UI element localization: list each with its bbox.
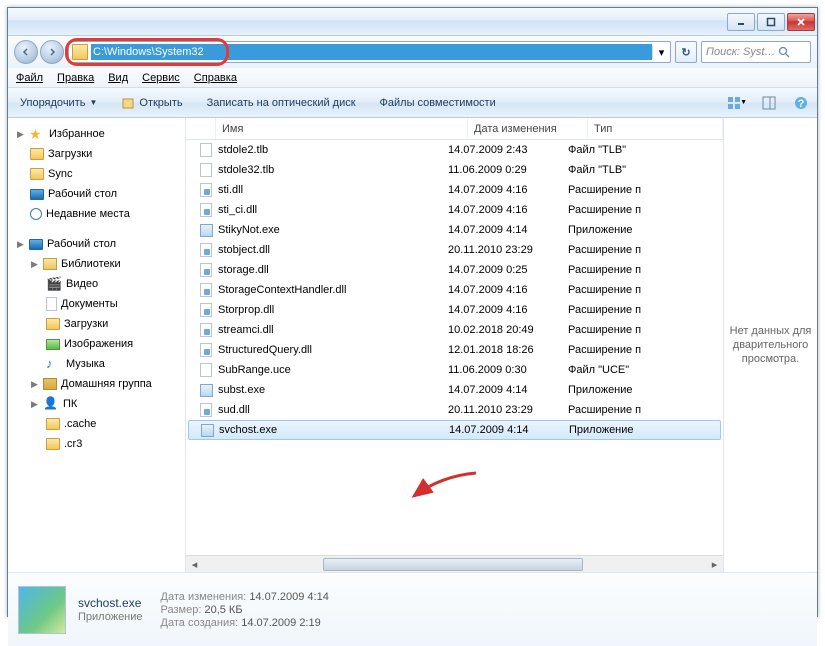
menubar: Файл Правка Вид Сервис Справка	[8, 68, 817, 88]
forward-button[interactable]	[40, 40, 64, 64]
sidebar-recent[interactable]: Недавние места	[8, 204, 185, 224]
maximize-button[interactable]	[757, 13, 785, 31]
explorer-window: C:\Windows\System32 ▾ ↻ Поиск: Syst… Фай…	[7, 7, 818, 617]
file-rows[interactable]: stdole2.tlb14.07.2009 2:43Файл "TLB"stdo…	[186, 140, 723, 555]
compat-files-button[interactable]: Файлы совместимости	[374, 95, 502, 111]
sidebar-cr3[interactable]: .cr3	[8, 434, 185, 454]
back-button[interactable]	[14, 40, 38, 64]
col-name[interactable]: Имя	[216, 118, 468, 139]
file-row[interactable]: StructuredQuery.dll12.01.2018 18:26Расши…	[186, 340, 723, 360]
sidebar-cache[interactable]: .cache	[8, 414, 185, 434]
sidebar-music[interactable]: ♪Музыка	[8, 354, 185, 374]
file-row[interactable]: streamci.dll10.02.2018 20:49Расширение п	[186, 320, 723, 340]
titlebar[interactable]	[8, 8, 817, 36]
favorites-node[interactable]: ▶★Избранное	[8, 124, 185, 144]
menu-edit[interactable]: Правка	[57, 72, 94, 84]
sidebar-downloads[interactable]: Загрузки	[8, 144, 185, 164]
burn-button[interactable]: Записать на оптический диск	[201, 95, 362, 111]
col-type[interactable]: Тип	[588, 118, 723, 139]
search-input[interactable]: Поиск: Syst…	[701, 41, 811, 63]
sidebar[interactable]: ▶★Избранное Загрузки Sync Рабочий стол Н…	[8, 118, 186, 572]
preview-pane-button[interactable]	[759, 93, 779, 113]
scroll-thumb[interactable]	[323, 558, 583, 571]
menu-view[interactable]: Вид	[108, 72, 128, 84]
scroll-left[interactable]: ◂	[186, 557, 203, 572]
open-button[interactable]: Открыть	[115, 94, 188, 112]
sidebar-pc[interactable]: ▶👤ПК	[8, 394, 185, 414]
file-row[interactable]: StorageContextHandler.dll14.07.2009 4:16…	[186, 280, 723, 300]
sidebar-desktop[interactable]: Рабочий стол	[8, 184, 185, 204]
sidebar-images[interactable]: Изображения	[8, 334, 185, 354]
details-filetype: Приложение	[78, 611, 143, 623]
file-row[interactable]: stdole32.tlb11.06.2009 0:29Файл "TLB"	[186, 160, 723, 180]
menu-tools[interactable]: Сервис	[142, 72, 180, 84]
file-row[interactable]: storage.dll14.07.2009 0:25Расширение п	[186, 260, 723, 280]
organize-button[interactable]: Упорядочить▼	[14, 95, 103, 111]
file-row[interactable]: stobject.dll20.11.2010 23:29Расширение п	[186, 240, 723, 260]
sidebar-downloads2[interactable]: Загрузки	[8, 314, 185, 334]
file-row[interactable]: svchost.exe14.07.2009 4:14Приложение	[188, 420, 721, 440]
horizontal-scrollbar[interactable]: ◂ ▸	[186, 555, 723, 572]
minimize-button[interactable]	[727, 13, 755, 31]
address-dropdown[interactable]: ▾	[652, 46, 670, 59]
file-row[interactable]: SubRange.uce11.06.2009 0:30Файл "UCE"	[186, 360, 723, 380]
sidebar-video[interactable]: 🎬Видео	[8, 274, 185, 294]
folder-icon	[72, 44, 88, 60]
search-icon	[778, 46, 790, 58]
sidebar-documents[interactable]: Документы	[8, 294, 185, 314]
close-button[interactable]	[787, 13, 815, 31]
sidebar-sync[interactable]: Sync	[8, 164, 185, 184]
file-row[interactable]: sti_ci.dll14.07.2009 4:16Расширение п	[186, 200, 723, 220]
details-pane: svchost.exe Приложение Дата изменения: 1…	[8, 572, 817, 646]
column-headers[interactable]: Имя Дата изменения Тип	[186, 118, 723, 140]
preview-pane: Нет данных для дварительного просмотра.	[723, 118, 817, 572]
desktop-node[interactable]: ▶Рабочий стол	[8, 234, 185, 254]
sidebar-homegroup[interactable]: ▶Домашняя группа	[8, 374, 185, 394]
col-date[interactable]: Дата изменения	[468, 118, 588, 139]
details-filename: svchost.exe	[78, 596, 143, 610]
file-row[interactable]: subst.exe14.07.2009 4:14Приложение	[186, 380, 723, 400]
file-list: Имя Дата изменения Тип stdole2.tlb14.07.…	[186, 118, 723, 572]
toolbar: Упорядочить▼ Открыть Записать на оптичес…	[8, 88, 817, 118]
file-row[interactable]: stdole2.tlb14.07.2009 2:43Файл "TLB"	[186, 140, 723, 160]
menu-file[interactable]: Файл	[16, 72, 43, 84]
file-row[interactable]: StikyNot.exe14.07.2009 4:14Приложение	[186, 220, 723, 240]
menu-help[interactable]: Справка	[194, 72, 237, 84]
scroll-right[interactable]: ▸	[706, 557, 723, 572]
libraries-node[interactable]: ▶Библиотеки	[8, 254, 185, 274]
refresh-button[interactable]: ↻	[675, 41, 697, 63]
address-text[interactable]: C:\Windows\System32	[91, 44, 652, 60]
help-button[interactable]: ?	[791, 93, 811, 113]
view-icons-button[interactable]: ▼	[727, 93, 747, 113]
navbar: C:\Windows\System32 ▾ ↻ Поиск: Syst…	[8, 36, 817, 68]
file-row[interactable]: sud.dll20.11.2010 23:29Расширение п	[186, 400, 723, 420]
file-row[interactable]: sti.dll14.07.2009 4:16Расширение п	[186, 180, 723, 200]
svg-text:?: ?	[798, 98, 805, 110]
address-bar[interactable]: C:\Windows\System32 ▾	[68, 41, 671, 63]
file-thumbnail	[18, 586, 66, 634]
file-row[interactable]: Storprop.dll14.07.2009 4:16Расширение п	[186, 300, 723, 320]
open-icon	[121, 96, 135, 110]
